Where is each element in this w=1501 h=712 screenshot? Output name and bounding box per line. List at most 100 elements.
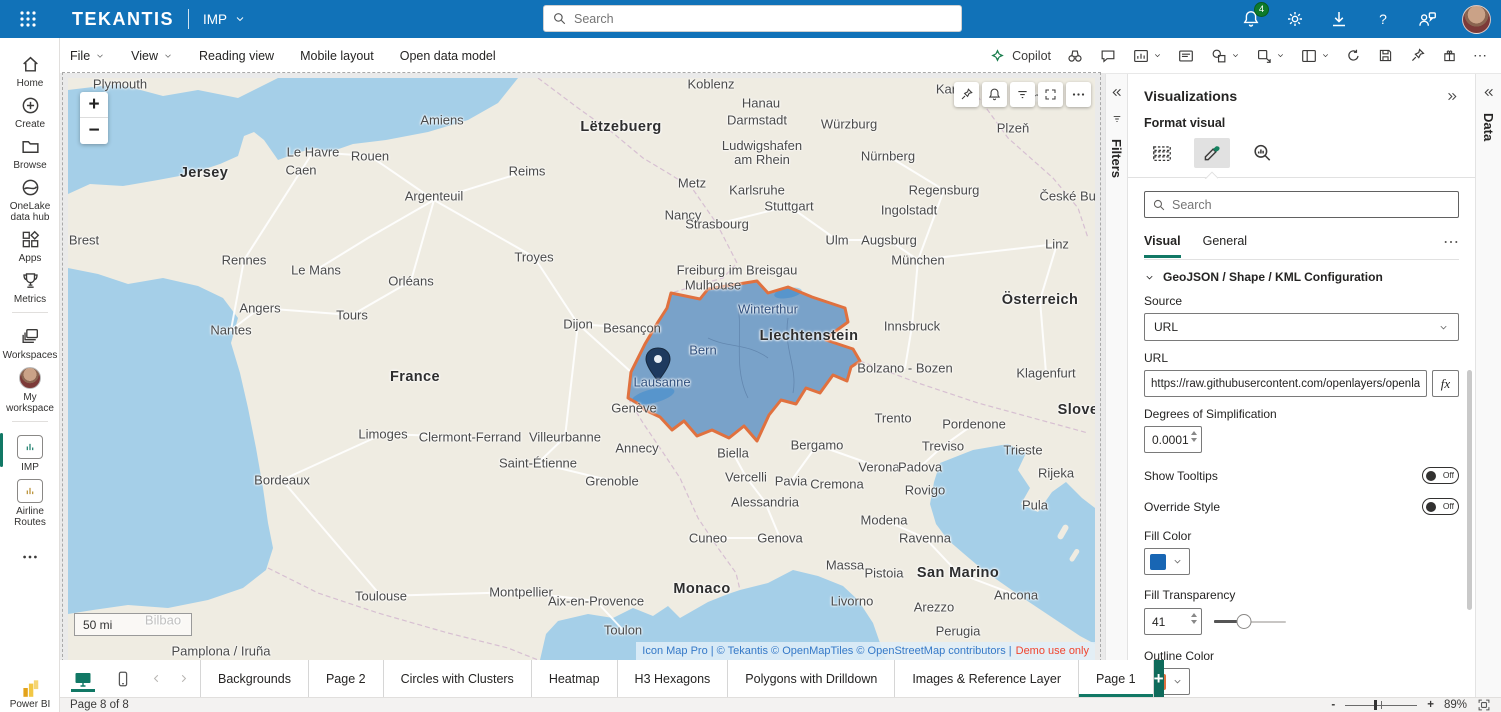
spin-up-icon[interactable] — [1191, 613, 1197, 617]
format-search-box[interactable] — [1144, 191, 1459, 218]
page-back-button[interactable] — [150, 672, 163, 685]
page-tab-page1[interactable]: Page 1 — [1079, 660, 1154, 697]
icon-map-visual[interactable]: PlymouthKoblenzHanauKarPrahaDarmstadtWür… — [68, 78, 1095, 660]
app-launcher-icon[interactable] — [0, 9, 56, 29]
more-options-button[interactable]: ⋯ — [1473, 47, 1487, 64]
shapes-button[interactable] — [1210, 47, 1240, 65]
zoom-slider-handle[interactable] — [1374, 700, 1377, 710]
buttons-button[interactable] — [1255, 47, 1285, 65]
format-more-options[interactable]: ⋯ — [1443, 232, 1459, 259]
fill-transparency-stepper[interactable]: 41 — [1144, 608, 1202, 635]
spin-down-icon[interactable] — [1191, 438, 1197, 442]
slider-handle[interactable] — [1236, 614, 1251, 629]
zoom-percentage[interactable]: 89% — [1444, 699, 1467, 711]
comments-button[interactable] — [1099, 47, 1117, 65]
sidebar-item-apps[interactable]: Apps — [0, 223, 60, 264]
notifications-button[interactable]: 4 — [1241, 9, 1261, 29]
spin-up-icon[interactable] — [1191, 431, 1197, 435]
refresh-button[interactable] — [1345, 47, 1362, 64]
zoom-in-button[interactable]: + — [80, 92, 108, 118]
settings-button[interactable] — [1285, 9, 1305, 29]
sidebar-item-imp[interactable]: IMP — [0, 429, 60, 473]
expand-pane-icon[interactable] — [1482, 86, 1495, 99]
open-data-model-button[interactable]: Open data model — [400, 49, 496, 63]
page-tab-images-reference-layer[interactable]: Images & Reference Layer — [895, 660, 1079, 697]
zoom-out-button[interactable]: - — [1331, 699, 1335, 711]
find-button[interactable] — [1066, 47, 1084, 65]
explore-button[interactable] — [1441, 47, 1458, 64]
source-dropdown[interactable]: URL — [1144, 313, 1459, 341]
focus-mode-button[interactable] — [1038, 82, 1063, 107]
page-tab-circles-with-clusters[interactable]: Circles with Clusters — [384, 660, 532, 697]
fields-tab-icon[interactable] — [1144, 138, 1180, 168]
download-button[interactable] — [1329, 9, 1349, 29]
sidebar-item-create[interactable]: Create — [0, 89, 60, 130]
panel-scrollbar[interactable] — [1467, 370, 1472, 610]
mobile-layout-button[interactable]: Mobile layout — [300, 49, 374, 63]
sidebar-item-browse[interactable]: Browse — [0, 130, 60, 171]
page-forward-button[interactable] — [177, 672, 190, 685]
visual-more-options-button[interactable] — [1066, 82, 1091, 107]
sidebar-item-my-workspace[interactable]: My workspace — [0, 361, 60, 414]
chevron-down-icon — [1438, 322, 1449, 333]
data-pane-label[interactable]: Data — [1481, 113, 1496, 141]
global-search[interactable] — [543, 5, 962, 32]
new-page-button[interactable]: + — [1154, 660, 1164, 697]
pin-button[interactable] — [1409, 47, 1426, 64]
desktop-view-button[interactable] — [70, 660, 96, 697]
page-layout-button[interactable] — [1300, 47, 1330, 65]
reading-view-button[interactable]: Reading view — [199, 49, 274, 63]
alerts-button[interactable] — [982, 82, 1007, 107]
show-tooltips-toggle[interactable]: Off — [1422, 467, 1459, 484]
zoom-in-button[interactable]: + — [1427, 699, 1434, 711]
help-button[interactable] — [1373, 9, 1393, 29]
geojson-section-header[interactable]: GeoJSON / Shape / KML Configuration — [1144, 270, 1459, 284]
url-input[interactable] — [1144, 370, 1427, 397]
analytics-tab-icon[interactable] — [1244, 138, 1280, 168]
fill-color-dropdown[interactable] — [1144, 548, 1190, 575]
collapse-pane-icon[interactable] — [1446, 90, 1459, 103]
notification-badge: 4 — [1254, 2, 1269, 17]
page-tab-page2[interactable]: Page 2 — [309, 660, 384, 697]
save-button[interactable] — [1377, 47, 1394, 64]
expand-pane-icon[interactable] — [1110, 86, 1123, 99]
visual-filters-button[interactable] — [1010, 82, 1035, 107]
sidebar-item-workspaces[interactable]: Workspaces — [0, 320, 60, 361]
mobile-view-button[interactable] — [110, 660, 136, 697]
file-menu[interactable]: File — [70, 49, 105, 63]
view-menu[interactable]: View — [131, 49, 173, 63]
new-visual-button[interactable] — [1132, 47, 1162, 65]
tab-general[interactable]: General — [1203, 234, 1247, 258]
page-tab-backgrounds[interactable]: Backgrounds — [201, 660, 309, 697]
user-avatar[interactable] — [1462, 5, 1491, 34]
fit-to-page-icon[interactable] — [1477, 698, 1491, 712]
tab-visual[interactable]: Visual — [1144, 234, 1181, 258]
override-style-toggle[interactable]: Off — [1422, 498, 1459, 515]
zoom-slider[interactable] — [1345, 699, 1417, 711]
page-tab-h3-hexagons[interactable]: H3 Hexagons — [618, 660, 729, 697]
zoom-out-button[interactable]: − — [80, 118, 108, 144]
report-icon — [21, 482, 39, 500]
workspace-switcher[interactable]: IMP — [203, 12, 246, 27]
simplification-stepper[interactable]: 0.0001 — [1144, 426, 1202, 453]
format-search-input[interactable] — [1172, 198, 1451, 212]
feedback-button[interactable] — [1417, 9, 1438, 30]
sidebar-item-metrics[interactable]: Metrics — [0, 264, 60, 305]
spin-down-icon[interactable] — [1191, 620, 1197, 624]
text-box-button[interactable] — [1177, 47, 1195, 65]
sidebar-item-airline-routes[interactable]: Airline Routes — [0, 473, 60, 528]
format-tab-icon[interactable] — [1194, 138, 1230, 168]
fill-transparency-slider[interactable] — [1214, 614, 1286, 629]
funnel-icon[interactable] — [1111, 113, 1123, 125]
sidebar-item-home[interactable]: Home — [0, 48, 60, 89]
filters-pane-label[interactable]: Filters — [1109, 139, 1124, 178]
sidebar-item-onelake[interactable]: OneLake data hub — [0, 171, 60, 223]
page-tab-polygons-with-drilldown[interactable]: Polygons with Drilldown — [728, 660, 895, 697]
pin-visual-button[interactable] — [954, 82, 979, 107]
attribution-links[interactable]: Icon Map Pro | © Tekantis © OpenMapTiles… — [642, 645, 1011, 657]
search-input[interactable] — [574, 12, 953, 26]
fx-conditional-format-button[interactable]: fx — [1432, 370, 1459, 397]
sidebar-more-button[interactable] — [0, 542, 60, 566]
copilot-button[interactable]: Copilot — [989, 47, 1051, 64]
page-tab-heatmap[interactable]: Heatmap — [532, 660, 618, 697]
